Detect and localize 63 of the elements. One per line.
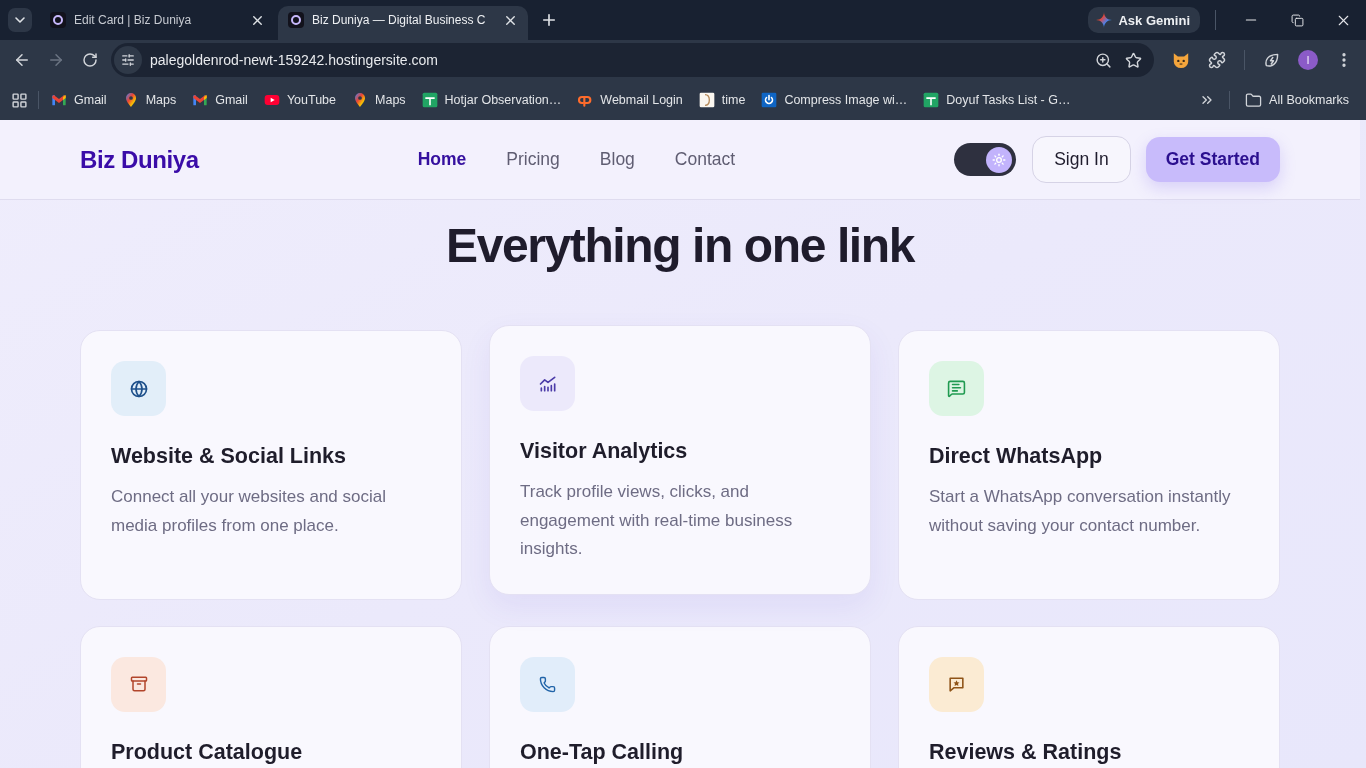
archive-icon — [111, 656, 166, 712]
bookmark-item[interactable]: Maps — [115, 86, 184, 114]
phone-icon — [520, 656, 575, 712]
theme-toggle[interactable] — [954, 143, 1017, 176]
star-message-icon — [929, 656, 984, 712]
play-icon — [263, 92, 280, 108]
sliders-icon[interactable] — [114, 46, 142, 74]
bookmark-item[interactable]: Webmail Login — [570, 86, 690, 114]
sign-in-button[interactable]: Sign In — [1032, 136, 1131, 183]
grid-icon[interactable] — [10, 91, 28, 109]
nav-link[interactable]: Blog — [599, 149, 635, 170]
bookmark-item[interactable]: Gmail — [44, 86, 114, 114]
bookmark-item[interactable]: Gmail — [185, 86, 255, 114]
sheet-icon — [421, 92, 438, 108]
address-field[interactable]: palegoldenrod-newt-159242.hostingersite.com — [111, 43, 1154, 77]
brand-logo[interactable]: Biz Duniya — [80, 145, 199, 174]
restore-icon[interactable] — [1290, 13, 1304, 27]
avatar[interactable]: I — [1298, 50, 1318, 70]
nav-link[interactable]: Contact — [674, 149, 736, 170]
bookmark-item[interactable]: time — [691, 86, 753, 114]
bookmark-item[interactable]: Compress Image wi… — [754, 86, 915, 114]
cat-icon[interactable] — [1172, 51, 1190, 69]
bookmark-item[interactable]: Doyuf Tasks List - G… — [916, 86, 1078, 114]
card-title: One-Tap Calling — [520, 740, 685, 763]
puzzle-icon[interactable] — [1208, 51, 1226, 69]
map-pin-icon — [352, 92, 368, 108]
get-started-button[interactable]: Get Started — [1145, 137, 1280, 182]
plus-icon[interactable] — [540, 11, 558, 29]
sheet-icon — [923, 92, 940, 108]
mail-icon — [51, 92, 67, 108]
tab-list-button[interactable] — [8, 8, 32, 32]
browser-tab[interactable]: Edit Card | Biz Duniya — [40, 6, 275, 40]
bookmark-item[interactable]: Maps — [345, 86, 413, 114]
card-title: Visitor Analytics — [520, 440, 689, 462]
browser-tab[interactable]: Biz Duniya — Digital Business C — [278, 6, 528, 40]
section-heading: Everything in one link — [445, 221, 916, 271]
card-description: Track profile views, clicks, and engagement with real-time business insights. — [520, 481, 794, 560]
card-title: Website & Social Links — [111, 445, 347, 467]
reload-icon[interactable] — [82, 52, 98, 68]
folder-icon — [1245, 91, 1263, 109]
mail-icon — [192, 92, 209, 108]
ring-icon — [288, 12, 304, 28]
card-description: Start a WhatsApp conversation instantly without saving your contact number. — [929, 486, 1232, 537]
ask-gemini-button[interactable]: Ask Gemini — [1088, 7, 1200, 33]
power-icon — [761, 92, 778, 108]
globe-icon — [111, 361, 166, 416]
chat-icon — [929, 361, 984, 416]
ring-icon — [50, 12, 66, 28]
bookmark-item[interactable]: YouTube — [256, 86, 343, 114]
nav-link[interactable]: Home — [417, 149, 467, 170]
card-title: Product Catalogue — [111, 740, 304, 763]
card-title: Direct WhatsApp — [929, 445, 1104, 467]
zoom-in-icon[interactable] — [1095, 51, 1112, 69]
bookmark-item[interactable]: Hotjar Observation… — [414, 86, 569, 114]
card-description: Connect all your websites and social media profiles from one place. — [111, 486, 387, 537]
star-icon[interactable] — [1124, 51, 1142, 69]
sun-icon — [986, 146, 1013, 173]
nav-link[interactable]: Pricing — [506, 149, 560, 170]
leaf-icon[interactable] — [1263, 51, 1281, 69]
card-title: Reviews & Ratings — [929, 740, 1123, 763]
all-bookmarks-button[interactable]: All Bookmarks — [1238, 86, 1356, 114]
logo-icon — [698, 92, 715, 108]
chart-icon — [520, 356, 575, 411]
